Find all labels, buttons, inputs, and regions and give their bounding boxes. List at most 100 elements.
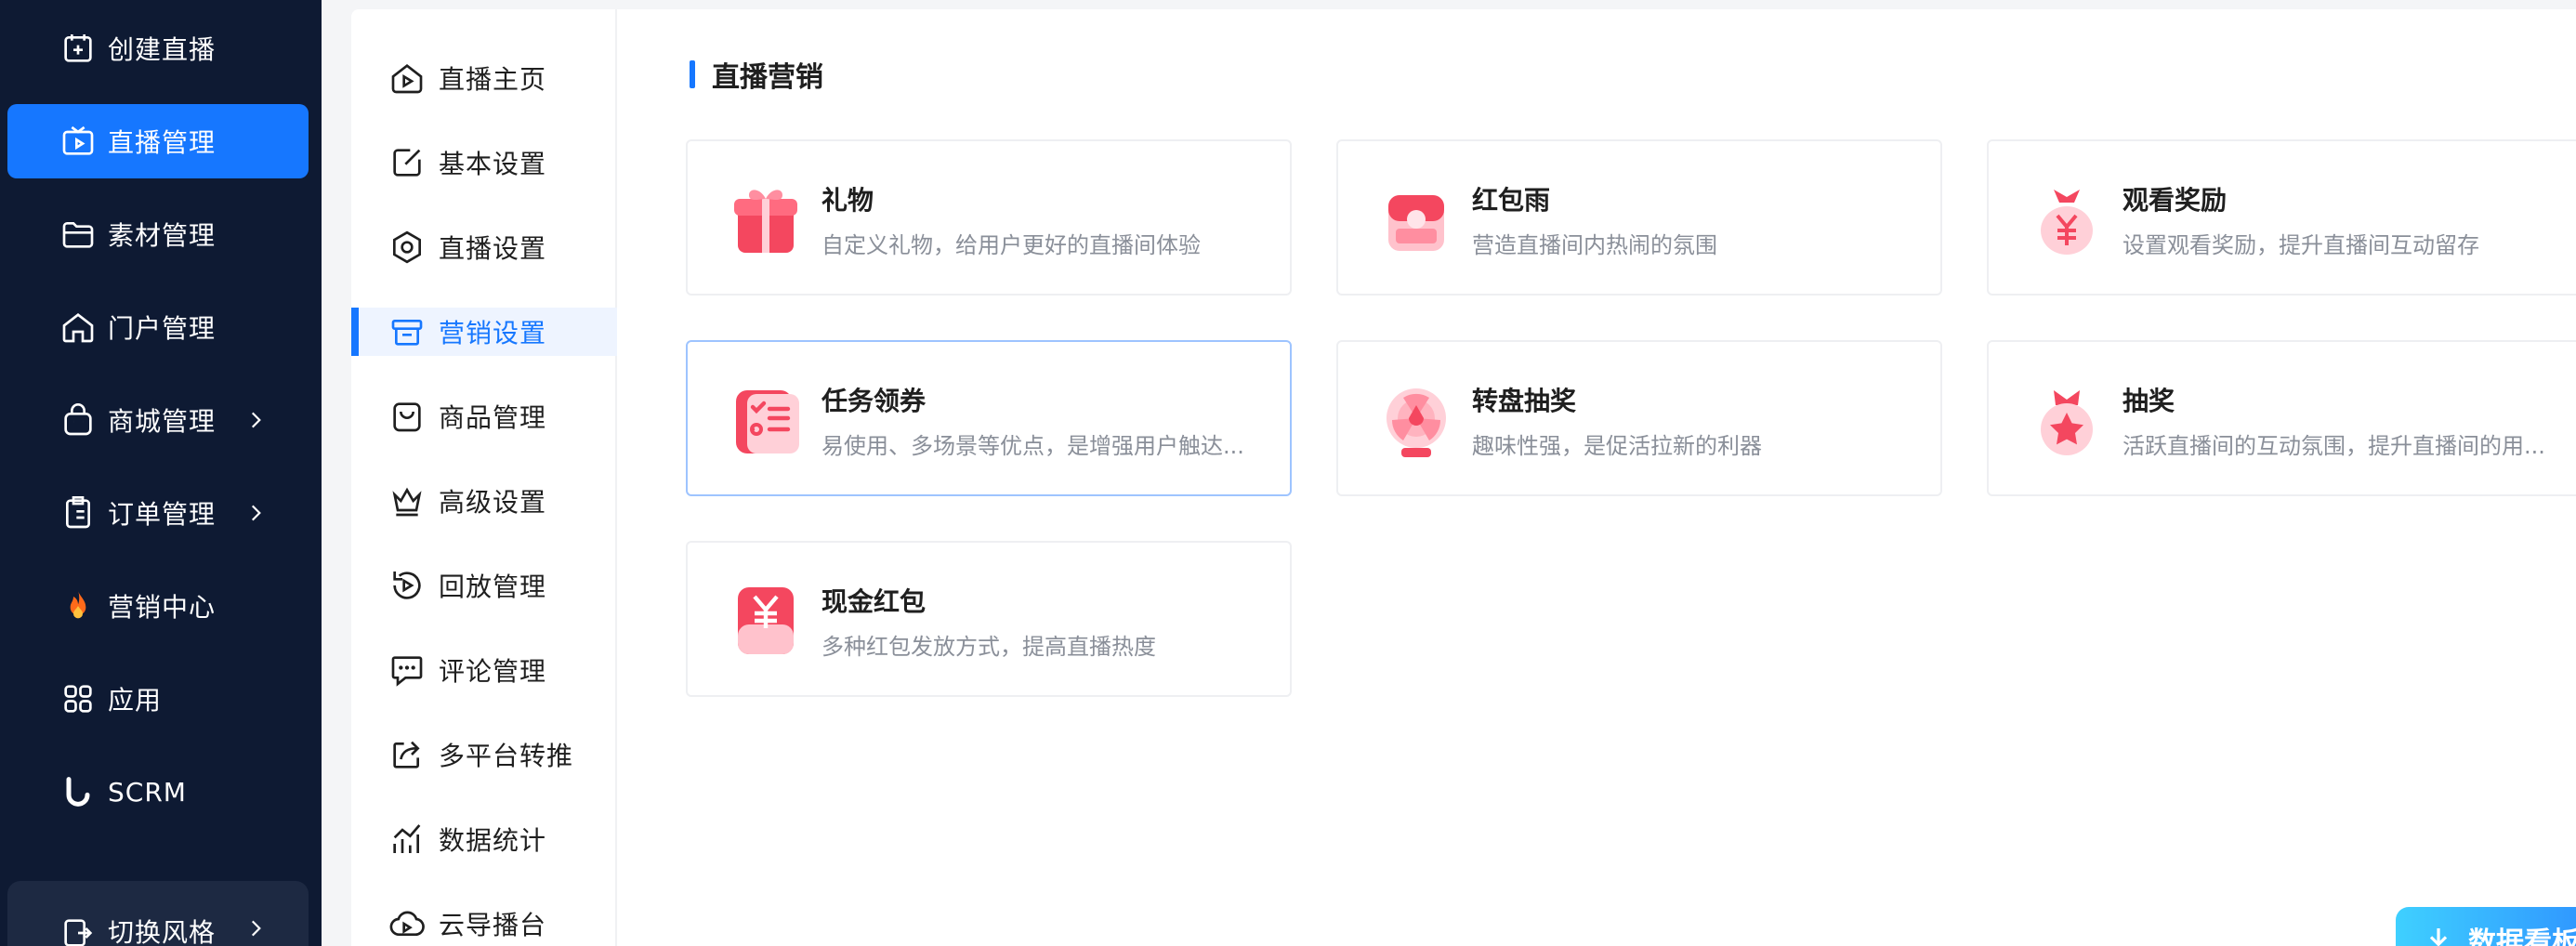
submenu-item-label: 多平台转推: [439, 741, 574, 771]
replay-icon: [387, 565, 427, 606]
submenu-item-marketing[interactable]: 营销设置: [351, 308, 617, 356]
submenu-item-comments[interactable]: 评论管理: [351, 646, 617, 694]
sidebar-item-label: 订单管理: [108, 499, 217, 530]
submenu-item-replay[interactable]: 回放管理: [351, 561, 617, 610]
title-accent-bar: [690, 60, 695, 88]
sidebar-item-label: 营销中心: [108, 592, 217, 623]
section-title-text: 直播营销: [712, 61, 823, 94]
stats-icon: [387, 819, 427, 860]
live-submenu: 直播主页 基本设置 直播设置 营销设置 商品管理 高级设置 回放管理 评论管理: [351, 9, 617, 946]
marketing-card-task-coupon[interactable]: 任务领券 易使用、多场景等优点，是增强用户触达...: [686, 340, 1292, 496]
card-description: 易使用、多场景等优点，是增强用户触达...: [821, 433, 1244, 459]
marketing-card-lucky-wheel[interactable]: 转盘抽奖 趣味性强，是促活拉新的利器: [1336, 340, 1942, 496]
card-description: 趣味性强，是促活拉新的利器: [1472, 433, 1762, 459]
submenu-item-cloud-director[interactable]: 云导播台: [351, 900, 617, 946]
money-bag-icon: [2041, 190, 2093, 255]
data-dashboard-label: 数据看板: [2468, 926, 2576, 946]
switch-style-button[interactable]: 切换风格: [7, 881, 309, 946]
card-description: 活跃直播间的互动氛围，提升直播间的用...: [2123, 433, 2545, 459]
tv-icon: [52, 115, 104, 167]
crown-icon: [387, 480, 427, 521]
card-description: 自定义礼物，给用户更好的直播间体验: [821, 232, 1201, 258]
download-icon: [2429, 928, 2448, 946]
card-description: 多种红包发放方式，提高直播热度: [821, 634, 1156, 660]
comment-icon: [387, 650, 427, 690]
marketing-card-cash-red-packet[interactable]: 现金红包 多种红包发放方式，提高直播热度: [686, 541, 1292, 697]
section-title: 直播营销: [690, 56, 823, 94]
sidebar-item-orders[interactable]: 订单管理: [7, 476, 309, 550]
sidebar-item-scrm[interactable]: SCRM: [7, 755, 309, 829]
cloud-icon: [387, 903, 427, 944]
red-envelope-rain-icon: [1388, 195, 1444, 251]
submenu-item-goods[interactable]: 商品管理: [351, 392, 617, 440]
main-sidebar: 创建直播 直播管理 素材管理 门户管理 商城管理 订单管理 营销中心 应用 SC…: [0, 0, 322, 946]
sidebar-item-mall[interactable]: 商城管理: [7, 383, 309, 457]
marketing-card-watch-reward[interactable]: 观看奖励 设置观看奖励，提升直播间互动留存: [1987, 139, 2576, 296]
switch-style-label: 切换风格: [108, 917, 217, 946]
submenu-item-label: 回放管理: [439, 572, 547, 602]
submenu-item-statistics[interactable]: 数据统计: [351, 815, 617, 863]
submenu-item-label: 基本设置: [439, 149, 547, 179]
gift-box-icon: [387, 311, 427, 352]
home-icon: [52, 301, 104, 353]
scrm-logo-icon: [52, 766, 104, 818]
play-home-icon: [387, 58, 427, 99]
sidebar-item-create-live[interactable]: 创建直播: [7, 11, 309, 85]
main-panel: 直播主页 基本设置 直播设置 营销设置 商品管理 高级设置 回放管理 评论管理: [351, 9, 2576, 946]
submenu-item-label: 数据统计: [439, 825, 547, 856]
chevron-right-icon: [242, 499, 269, 527]
sidebar-item-label: 直播管理: [108, 127, 217, 158]
submenu-item-label: 评论管理: [439, 656, 547, 687]
task-coupon-icon: [736, 390, 799, 453]
card-title: 任务领券: [821, 386, 927, 416]
switch-icon: [52, 907, 104, 946]
chevron-right-icon: [242, 914, 269, 942]
gift-icon: [734, 190, 797, 253]
share-icon: [387, 734, 427, 775]
sidebar-item-label: SCRM: [108, 776, 187, 808]
shopping-bag-icon: [52, 394, 104, 446]
card-title: 现金红包: [821, 586, 927, 617]
sidebar-item-portal[interactable]: 门户管理: [7, 290, 309, 364]
sidebar-item-apps[interactable]: 应用: [7, 662, 309, 736]
calendar-plus-icon: [52, 22, 104, 74]
card-description: 设置观看奖励，提升直播间互动留存: [2123, 232, 2479, 258]
card-title: 礼物: [821, 185, 874, 216]
apps-icon: [52, 673, 104, 725]
sidebar-item-live-manage[interactable]: 直播管理: [7, 104, 309, 178]
submenu-item-basic[interactable]: 基本设置: [351, 138, 617, 187]
bag-icon: [387, 396, 427, 437]
submenu-item-label: 商品管理: [439, 402, 547, 433]
submenu-item-label: 云导播台: [439, 910, 547, 940]
marketing-card-gift[interactable]: 礼物 自定义礼物，给用户更好的直播间体验: [686, 139, 1292, 296]
sidebar-item-label: 应用: [108, 685, 163, 716]
sidebar-item-label: 创建直播: [108, 34, 217, 65]
submenu-item-live-settings[interactable]: 直播设置: [351, 223, 617, 271]
submenu-item-live-home[interactable]: 直播主页: [351, 54, 617, 102]
sidebar-item-label: 素材管理: [108, 220, 217, 251]
card-description: 营造直播间内热闹的氛围: [1472, 232, 1717, 258]
sidebar-item-label: 门户管理: [108, 313, 217, 344]
sidebar-item-material[interactable]: 素材管理: [7, 197, 309, 271]
card-title: 抽奖: [2123, 386, 2175, 416]
lottery-icon: [2041, 390, 2093, 455]
submenu-item-label: 高级设置: [439, 487, 547, 518]
clipboard-icon: [52, 487, 104, 539]
submenu-item-label: 营销设置: [439, 318, 547, 348]
submenu-item-label: 直播主页: [439, 64, 547, 95]
submenu-item-label: 直播设置: [439, 233, 547, 264]
settings-icon: [387, 227, 427, 268]
sidebar-item-marketing[interactable]: 营销中心: [7, 569, 309, 643]
card-title: 转盘抽奖: [1472, 386, 1577, 416]
lucky-wheel-icon: [1387, 388, 1446, 457]
marketing-card-red-envelope-rain[interactable]: 红包雨 营造直播间内热闹的氛围: [1336, 139, 1942, 296]
card-title: 观看奖励: [2123, 185, 2228, 216]
data-dashboard-button[interactable]: 数据看板: [2396, 907, 2576, 946]
marketing-card-lottery[interactable]: 抽奖 活跃直播间的互动氛围，提升直播间的用...: [1987, 340, 2576, 496]
cash-red-packet-icon: [738, 587, 794, 654]
edit-icon: [387, 142, 427, 183]
submenu-item-advanced[interactable]: 高级设置: [351, 477, 617, 525]
sidebar-item-label: 商城管理: [108, 406, 217, 437]
card-title: 红包雨: [1472, 185, 1551, 216]
submenu-item-multi-platform[interactable]: 多平台转推: [351, 730, 617, 779]
